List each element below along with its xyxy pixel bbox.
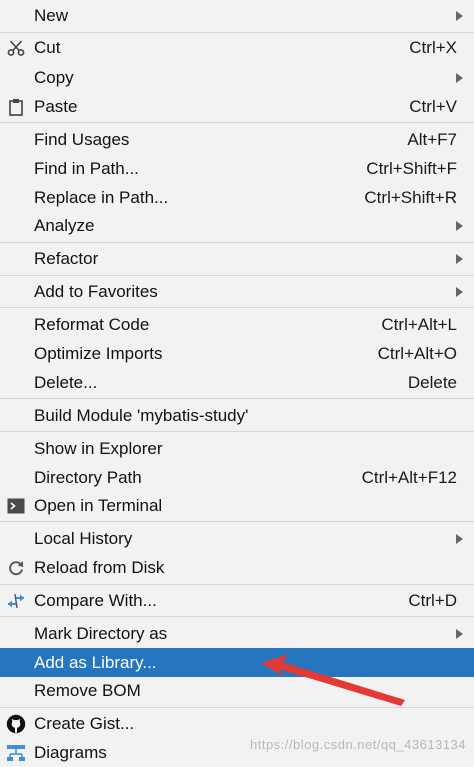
menu-item-label: Find in Path... bbox=[34, 158, 139, 178]
menu-item-copy[interactable]: Copy bbox=[0, 63, 474, 93]
menu-item-reformat-code[interactable]: Reformat Code Ctrl+Alt+L bbox=[0, 310, 474, 339]
menu-item-label: Show in Explorer bbox=[34, 438, 163, 458]
menu-item-refactor[interactable]: Refactor bbox=[0, 244, 474, 273]
menu-item-open-in-terminal[interactable]: Open in Terminal bbox=[0, 492, 474, 520]
submenu-arrow-icon bbox=[456, 10, 463, 21]
menu-item-label: New bbox=[34, 5, 69, 25]
menu-item-label: Add to Favorites bbox=[34, 281, 158, 301]
shortcut-text: Ctrl+Alt+F12 bbox=[361, 467, 457, 487]
menu-item-label: Mark Directory as bbox=[34, 623, 168, 643]
menu-item-label: Diagrams bbox=[34, 742, 107, 762]
menu-item-label: Analyze bbox=[34, 216, 95, 235]
menu-item-find-usages[interactable]: Find Usages Alt+F7 bbox=[0, 125, 474, 154]
submenu-arrow-icon bbox=[456, 533, 463, 544]
menu-item-label: Paste bbox=[34, 97, 78, 116]
menu-item-label: Add as Library... bbox=[34, 652, 157, 672]
shortcut-text: Delete bbox=[407, 372, 457, 392]
menu-item-label: Compare With... bbox=[34, 591, 157, 610]
separator bbox=[0, 242, 474, 243]
menu-item-cut[interactable]: Cut Ctrl+X bbox=[0, 33, 474, 63]
menu-item-mark-directory-as[interactable]: Mark Directory as bbox=[0, 619, 474, 648]
separator bbox=[0, 122, 474, 123]
submenu-arrow-icon bbox=[456, 286, 463, 297]
menu-item-label: Reformat Code bbox=[34, 314, 150, 334]
separator bbox=[0, 431, 474, 432]
menu-item-label: Replace in Path... bbox=[34, 187, 169, 207]
menu-item-reload-from-disk[interactable]: Reload from Disk bbox=[0, 553, 474, 582]
menu-item-label: Optimize Imports bbox=[34, 343, 163, 363]
shortcut-text: Ctrl+Alt+O bbox=[377, 343, 457, 363]
github-icon bbox=[6, 714, 26, 734]
menu-item-label: Create Gist... bbox=[34, 713, 135, 733]
shortcut-text: Ctrl+D bbox=[408, 591, 457, 610]
menu-item-label: Find Usages bbox=[34, 129, 130, 149]
menu-item-label: Delete... bbox=[34, 372, 98, 392]
reload-icon bbox=[6, 558, 26, 578]
menu-item-build-module[interactable]: Build Module 'mybatis-study' bbox=[0, 401, 474, 430]
menu-item-local-history[interactable]: Local History bbox=[0, 524, 474, 553]
menu-item-delete[interactable]: Delete... Delete bbox=[0, 368, 474, 397]
menu-item-label: Reload from Disk bbox=[34, 557, 165, 577]
separator bbox=[0, 584, 474, 585]
menu-item-new[interactable]: New bbox=[0, 0, 474, 31]
submenu-arrow-icon bbox=[456, 628, 463, 639]
watermark: https://blog.csdn.net/qq_43613134 bbox=[250, 737, 466, 752]
separator bbox=[0, 616, 474, 617]
shortcut-text: Ctrl+Shift+R bbox=[364, 187, 457, 207]
scissors-icon bbox=[6, 38, 26, 58]
separator bbox=[0, 398, 474, 399]
separator bbox=[0, 307, 474, 308]
menu-item-label: Directory Path bbox=[34, 467, 142, 487]
menu-item-create-gist[interactable]: Create Gist... bbox=[0, 709, 474, 738]
submenu-arrow-icon bbox=[456, 253, 463, 264]
menu-item-label: Build Module 'mybatis-study' bbox=[34, 405, 249, 425]
shortcut-text: Ctrl+V bbox=[409, 97, 457, 116]
menu-item-label: Copy bbox=[34, 68, 74, 87]
menu-item-label: Cut bbox=[34, 38, 61, 57]
menu-item-label: Remove BOM bbox=[34, 681, 141, 700]
separator bbox=[0, 521, 474, 522]
menu-item-add-to-favorites[interactable]: Add to Favorites bbox=[0, 277, 474, 306]
clipboard-icon bbox=[6, 97, 26, 117]
terminal-icon bbox=[6, 496, 26, 516]
shortcut-text: Alt+F7 bbox=[407, 129, 457, 149]
submenu-arrow-icon bbox=[456, 221, 463, 231]
menu-item-show-in-explorer[interactable]: Show in Explorer bbox=[0, 434, 474, 463]
menu-item-label: Open in Terminal bbox=[34, 496, 163, 515]
menu-item-label: Local History bbox=[34, 528, 133, 548]
submenu-arrow-icon bbox=[456, 73, 463, 83]
annotation-arrow-icon bbox=[261, 654, 405, 706]
shortcut-text: Ctrl+Shift+F bbox=[366, 158, 457, 178]
diagram-icon bbox=[6, 743, 26, 763]
menu-item-paste[interactable]: Paste Ctrl+V bbox=[0, 93, 474, 121]
menu-item-directory-path[interactable]: Directory Path Ctrl+Alt+F12 bbox=[0, 463, 474, 492]
separator bbox=[0, 275, 474, 276]
menu-item-optimize-imports[interactable]: Optimize Imports Ctrl+Alt+O bbox=[0, 339, 474, 368]
context-menu: New Cut Ctrl+X Copy Paste Ctrl+V Find Us… bbox=[0, 0, 474, 767]
shortcut-text: Ctrl+X bbox=[409, 38, 457, 57]
menu-item-label: Refactor bbox=[34, 248, 99, 268]
compare-icon bbox=[6, 591, 26, 611]
menu-item-replace-in-path[interactable]: Replace in Path... Ctrl+Shift+R bbox=[0, 183, 474, 212]
shortcut-text: Ctrl+Alt+L bbox=[381, 314, 457, 334]
menu-item-find-in-path[interactable]: Find in Path... Ctrl+Shift+F bbox=[0, 154, 474, 183]
menu-item-analyze[interactable]: Analyze bbox=[0, 212, 474, 240]
menu-item-compare-with[interactable]: Compare With... Ctrl+D bbox=[0, 587, 474, 615]
